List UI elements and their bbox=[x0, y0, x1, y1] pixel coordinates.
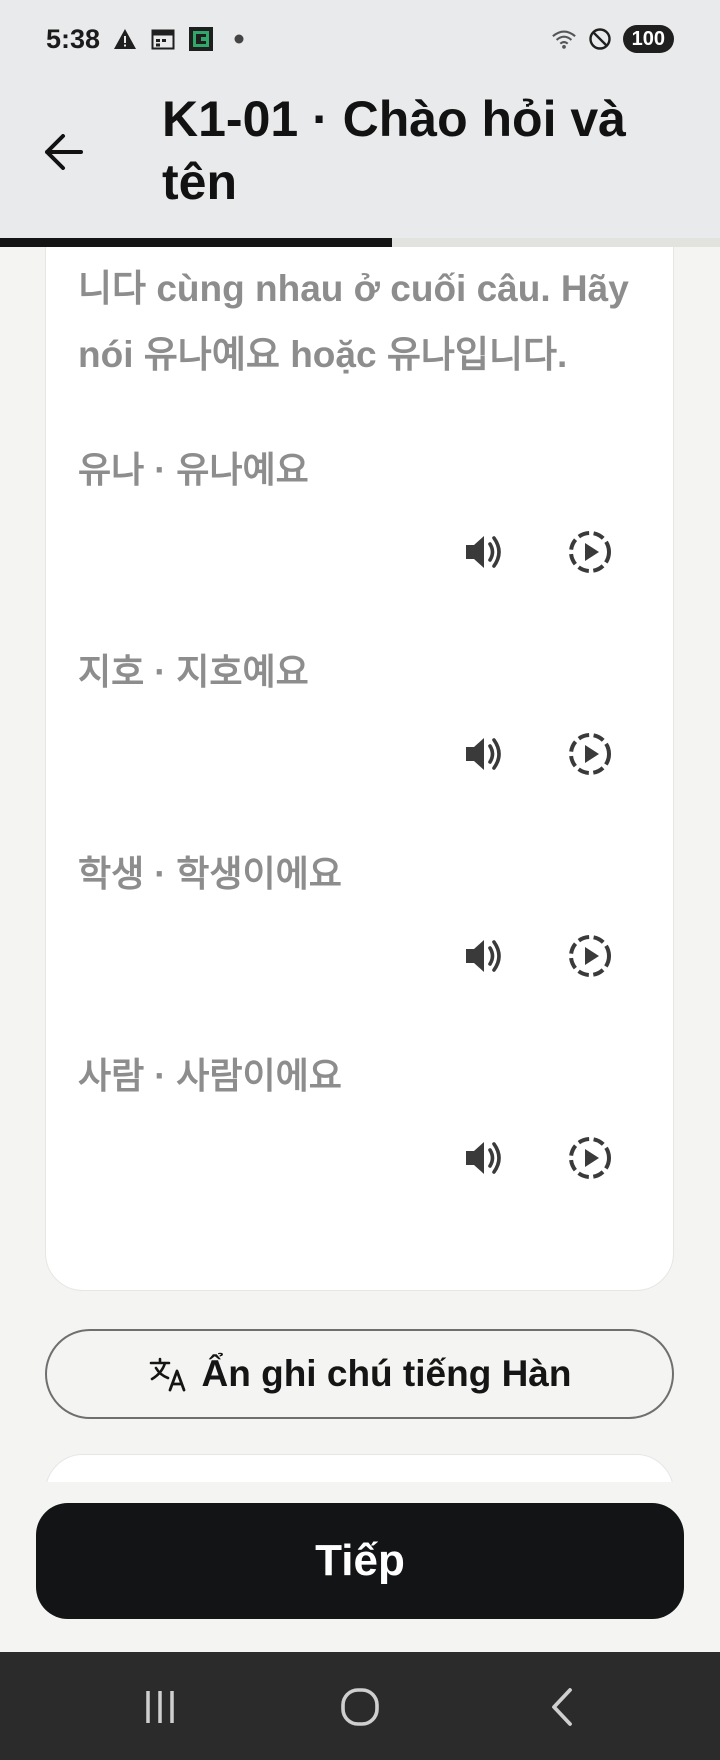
recent-apps-button[interactable] bbox=[130, 1680, 190, 1734]
vocab-text: 사람 · 사람이에요 bbox=[78, 1055, 342, 1096]
lesson-progress-fill bbox=[0, 238, 393, 247]
system-back-button[interactable] bbox=[532, 1680, 592, 1734]
status-left: 5:38 bbox=[46, 24, 252, 55]
app-header: K1-01 · Chào hỏi và tên bbox=[0, 78, 720, 240]
arrow-left-icon bbox=[45, 134, 83, 170]
play-audio-button[interactable] bbox=[456, 1130, 512, 1186]
slow-play-button[interactable] bbox=[562, 524, 618, 580]
page-title: K1-01 · Chào hỏi và tên bbox=[162, 91, 626, 210]
vocab-item: 사람 · 사람이에요 bbox=[46, 1054, 675, 1256]
speaker-icon bbox=[466, 940, 501, 972]
app-icon bbox=[188, 26, 214, 52]
speaker-icon bbox=[466, 1142, 501, 1174]
recent-apps-icon bbox=[146, 1691, 174, 1723]
footer: Tiếp bbox=[0, 1482, 720, 1652]
slow-play-icon bbox=[569, 733, 611, 775]
home-button[interactable] bbox=[330, 1680, 390, 1734]
card-intro-text: 니다 cùng nhau ở cuối câu. Hãy nói 유나예요 ho… bbox=[78, 268, 629, 375]
battery-indicator: 100 bbox=[622, 25, 674, 53]
slow-play-icon bbox=[569, 531, 611, 573]
next-button-label: Tiếp bbox=[315, 1536, 405, 1585]
play-audio-button[interactable] bbox=[456, 726, 512, 782]
vocab-item: 유나 · 유나예요 bbox=[46, 448, 675, 650]
status-time: 5:38 bbox=[46, 23, 101, 54]
slow-play-icon bbox=[569, 1137, 611, 1179]
slow-play-button[interactable] bbox=[562, 928, 618, 984]
vocab-text: 지호 · 지호예요 bbox=[78, 651, 309, 692]
speaker-icon bbox=[466, 536, 501, 568]
slow-play-button[interactable] bbox=[562, 726, 618, 782]
slow-play-button[interactable] bbox=[562, 1130, 618, 1186]
next-card bbox=[45, 1454, 674, 1482]
lesson-content[interactable]: 니다 cùng nhau ở cuối câu. Hãy nói 유나예요 ho… bbox=[0, 247, 720, 1482]
vocab-item: 지호 · 지호예요 bbox=[46, 650, 675, 852]
back-button[interactable] bbox=[38, 124, 88, 180]
vocab-card: 니다 cùng nhau ở cuối câu. Hãy nói 유나예요 ho… bbox=[45, 247, 674, 1291]
next-button[interactable]: Tiếp bbox=[36, 1503, 684, 1619]
dot-icon bbox=[226, 26, 252, 52]
calendar-icon bbox=[150, 26, 176, 52]
warning-icon bbox=[112, 26, 138, 52]
system-nav-bar bbox=[0, 1652, 720, 1760]
translate-icon bbox=[149, 1357, 185, 1392]
play-audio-button[interactable] bbox=[456, 524, 512, 580]
play-audio-button[interactable] bbox=[456, 928, 512, 984]
do-not-disturb-icon bbox=[587, 26, 613, 52]
status-bar: 5:38 100 bbox=[0, 0, 720, 78]
vocab-item: 학생 · 학생이에요 bbox=[46, 852, 675, 1054]
vocab-text: 학생 · 학생이에요 bbox=[78, 853, 342, 894]
slow-play-icon bbox=[569, 935, 611, 977]
chevron-left-icon bbox=[552, 1688, 572, 1726]
toggle-korean-notes-button[interactable]: Ẩn ghi chú tiếng Hàn bbox=[45, 1329, 674, 1419]
toggle-korean-notes-label: Ẩn ghi chú tiếng Hàn bbox=[201, 1353, 572, 1394]
lesson-progress-bar bbox=[0, 238, 720, 247]
wifi-icon bbox=[551, 26, 577, 52]
vocab-text: 유나 · 유나예요 bbox=[78, 449, 309, 490]
speaker-icon bbox=[466, 738, 501, 770]
home-icon bbox=[341, 1688, 379, 1726]
status-right: 100 bbox=[551, 25, 674, 53]
